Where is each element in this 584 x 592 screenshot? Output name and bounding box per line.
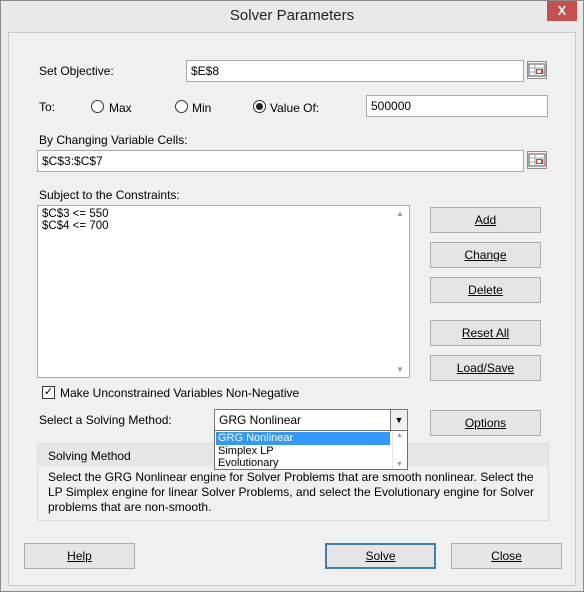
solve-label: Solve (365, 549, 396, 563)
dropdown-scrollbar[interactable]: ▲ ▼ (392, 431, 407, 469)
chevron-down-icon[interactable]: ▼ (390, 410, 407, 430)
delete-label: Delete (468, 283, 503, 297)
max-label: Max (109, 101, 132, 115)
value-of-label: Value Of: (270, 101, 320, 115)
window-title: Solver Parameters (229, 7, 355, 24)
close-label: Close (491, 549, 522, 563)
changing-cells-label: By Changing Variable Cells: (39, 133, 188, 147)
constraints-label: Subject to the Constraints: (39, 188, 180, 202)
nonneg-checkbox[interactable]: ✓ (42, 386, 55, 399)
min-radio[interactable] (175, 100, 188, 113)
method-dropdown-list[interactable]: GRG Nonlinear Simplex LP Evolutionary ▲ … (214, 430, 408, 470)
change-button[interactable]: Change (430, 242, 541, 268)
range-selector-icon (528, 153, 546, 167)
help-button[interactable]: Help (24, 543, 135, 569)
method-option[interactable]: Evolutionary (216, 457, 390, 470)
close-window-button[interactable]: X (547, 1, 577, 21)
solving-method-description: Select the GRG Nonlinear engine for Solv… (48, 470, 535, 514)
add-button[interactable]: Add (430, 207, 541, 233)
solve-button[interactable]: Solve (325, 543, 436, 569)
method-selected-value: GRG Nonlinear (219, 413, 302, 427)
solving-method-heading: Solving Method (48, 449, 131, 463)
changing-range-button[interactable] (527, 151, 547, 169)
set-objective-label: Set Objective: (39, 64, 114, 78)
to-label: To: (39, 100, 56, 114)
delete-button[interactable]: Delete (430, 277, 541, 303)
method-label: Select a Solving Method: (39, 413, 172, 427)
method-select[interactable]: GRG Nonlinear ▼ (214, 409, 408, 431)
objective-input[interactable]: $E$8 (186, 60, 524, 82)
close-button[interactable]: Close (451, 543, 562, 569)
dialog-body: Set Objective: $E$8 To: Max Min Value Of… (8, 32, 576, 586)
reset-all-label: Reset All (461, 326, 510, 340)
solver-dialog: Solver Parameters X Set Objective: $E$8 … (0, 0, 584, 592)
range-selector-icon (528, 63, 546, 77)
method-option[interactable]: GRG Nonlinear (215, 431, 391, 446)
objective-range-button[interactable] (527, 61, 547, 79)
options-label: Options (464, 416, 507, 430)
scroll-up-icon[interactable]: ▲ (396, 432, 403, 439)
title-bar[interactable]: Solver Parameters X (1, 1, 583, 32)
options-button[interactable]: Options (430, 410, 541, 436)
max-radio[interactable] (91, 100, 104, 113)
value-of-input[interactable]: 500000 (366, 95, 548, 117)
list-item[interactable]: $C$4 <= 700 (42, 220, 109, 232)
load-save-label: Load/Save (456, 361, 515, 375)
scroll-up-icon[interactable]: ▲ (396, 209, 404, 218)
scroll-down-icon[interactable]: ▼ (396, 365, 404, 374)
add-label: Add (474, 213, 497, 227)
checkmark-icon: ✓ (43, 386, 54, 398)
close-icon: X (557, 3, 567, 18)
list-item[interactable]: $C$3 <= 550 (42, 208, 109, 220)
scroll-down-icon[interactable]: ▼ (396, 461, 403, 468)
help-label: Help (67, 549, 92, 563)
nonneg-label: Make Unconstrained Variables Non-Negativ… (60, 386, 300, 400)
constraints-scrollbar[interactable]: ▲ ▼ (393, 206, 409, 377)
value-of-radio[interactable] (253, 100, 266, 113)
load-save-button[interactable]: Load/Save (430, 355, 541, 381)
reset-all-button[interactable]: Reset All (430, 320, 541, 346)
changing-cells-input[interactable]: $C$3:$C$7 (37, 150, 524, 172)
constraints-list[interactable]: $C$3 <= 550 $C$4 <= 700 ▲ ▼ (37, 205, 410, 378)
min-label: Min (192, 101, 212, 115)
change-label: Change (464, 248, 507, 262)
